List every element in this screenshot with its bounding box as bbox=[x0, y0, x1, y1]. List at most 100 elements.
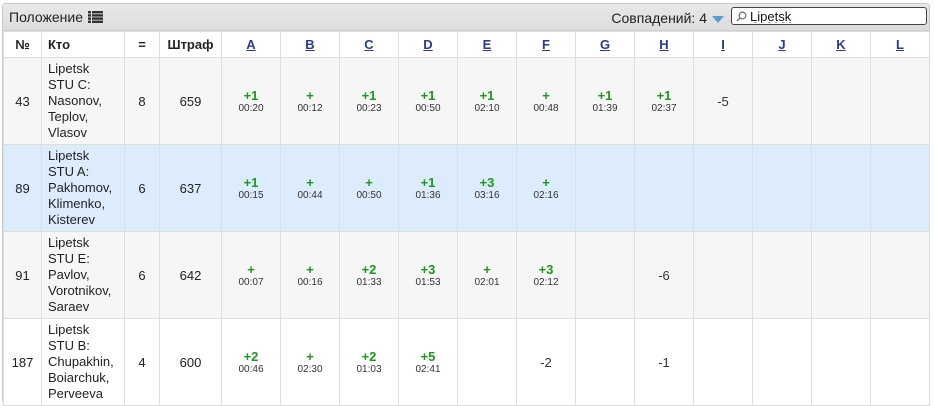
submission-time: 02:16 bbox=[533, 189, 559, 201]
accepted-result: + bbox=[542, 174, 550, 190]
team-name-line: STU C: bbox=[48, 77, 91, 92]
team-name-line: Lipetsk bbox=[48, 148, 90, 163]
table-row[interactable]: 91 Lipetsk STU E: Pavlov, Vorotnikov, Saraev 6… bbox=[3, 231, 930, 319]
problem-result-cell bbox=[870, 318, 930, 406]
accepted-result: +5 bbox=[420, 348, 436, 364]
accepted-result: +2 bbox=[361, 348, 377, 364]
team-name-line: Chupakhin, bbox=[48, 354, 114, 369]
problem-result-cell bbox=[693, 144, 753, 232]
problem-result-cell: -6 bbox=[634, 231, 694, 319]
col-problem-i[interactable]: I bbox=[693, 31, 753, 58]
accepted-result: +1 bbox=[597, 87, 613, 103]
col-penalty[interactable]: Штраф bbox=[159, 31, 222, 58]
col-problem-e[interactable]: E bbox=[457, 31, 517, 58]
submission-time: 02:01 bbox=[474, 276, 500, 288]
col-problem-c[interactable]: C bbox=[339, 31, 399, 58]
accepted-result: +1 bbox=[243, 174, 259, 190]
col-problem-k[interactable]: K bbox=[811, 31, 871, 58]
col-problem-g[interactable]: G bbox=[575, 31, 635, 58]
problem-link-f[interactable]: F bbox=[542, 37, 550, 52]
problem-link-d[interactable]: D bbox=[423, 37, 432, 52]
col-place[interactable]: № bbox=[3, 31, 42, 58]
team-cell: Lipetsk STU C: Nasonov, Teplov, Vlasov bbox=[41, 57, 125, 145]
problem-link-l[interactable]: L bbox=[896, 37, 904, 52]
problem-result-cell: +1 02:37 bbox=[634, 57, 694, 145]
problem-link-c[interactable]: C bbox=[364, 37, 373, 52]
submission-time: 01:33 bbox=[356, 276, 382, 288]
problem-result-cell: +00:44 bbox=[280, 144, 340, 232]
col-problem-h[interactable]: H bbox=[634, 31, 694, 58]
team-name-line: Vorotnikov, bbox=[48, 283, 112, 298]
standings-header: Положение Совпадений: 4 bbox=[3, 4, 929, 31]
submission-time: 00:50 bbox=[356, 189, 382, 201]
dropdown-arrow-icon[interactable] bbox=[712, 15, 724, 23]
penalty-cell: 659 bbox=[159, 57, 222, 145]
problem-link-a[interactable]: A bbox=[246, 37, 255, 52]
col-problem-a[interactable]: A bbox=[221, 31, 281, 58]
accepted-result: + bbox=[542, 87, 550, 103]
table-row[interactable]: 187 Lipetsk STU B: Chupakhin, Boiarchuk, Perv… bbox=[3, 318, 930, 406]
col-problem-f[interactable]: F bbox=[516, 31, 576, 58]
problem-result-cell: -5 bbox=[693, 57, 753, 145]
problem-result-cell: +3 02:12 bbox=[516, 231, 576, 319]
col-problem-l[interactable]: L bbox=[870, 31, 930, 58]
submission-time: 02:30 bbox=[297, 363, 323, 375]
submission-time: 00:44 bbox=[297, 189, 323, 201]
problem-result-cell bbox=[752, 318, 812, 406]
problem-result-cell bbox=[575, 231, 635, 319]
penalty-cell: 637 bbox=[159, 144, 222, 232]
problem-result-cell: +1 01:36 bbox=[398, 144, 458, 232]
solved-cell: 4 bbox=[124, 318, 160, 406]
submission-time: 01:03 bbox=[356, 363, 382, 375]
problem-link-b[interactable]: B bbox=[305, 37, 314, 52]
col-problem-d[interactable]: D bbox=[398, 31, 458, 58]
team-name-line: Vlasov bbox=[48, 125, 88, 140]
problem-link-k[interactable]: K bbox=[836, 37, 845, 52]
problem-result-cell: +3 01:53 bbox=[398, 231, 458, 319]
problem-result-cell bbox=[457, 318, 517, 406]
accepted-result: +1 bbox=[420, 87, 436, 103]
problem-link-i[interactable]: I bbox=[721, 37, 725, 52]
title-label: Положение bbox=[9, 9, 83, 25]
problem-result-cell: +1 02:10 bbox=[457, 57, 517, 145]
team-cell: Lipetsk STU A: Pakhomov, Klimenko, Kisterev bbox=[41, 144, 125, 232]
table-row[interactable]: 43 Lipetsk STU C: Nasonov, Teplov, Vlasov 8 659… bbox=[3, 57, 930, 145]
team-name-line: Perveeva bbox=[48, 386, 103, 401]
problem-link-g[interactable]: G bbox=[600, 37, 610, 52]
problem-result-cell: +1 00:20 bbox=[221, 57, 281, 145]
table-row[interactable]: 89 Lipetsk STU A: Pakhomov, Klimenko, Kistere… bbox=[3, 144, 930, 232]
problem-link-e[interactable]: E bbox=[483, 37, 492, 52]
problem-result-cell: +02:30 bbox=[280, 318, 340, 406]
matches-label: Совпадений: 4 bbox=[611, 10, 707, 26]
problem-result-cell bbox=[811, 318, 871, 406]
header-row: № Кто = Штраф A B C D E F G H I J K L bbox=[3, 31, 930, 58]
list-icon[interactable] bbox=[88, 11, 103, 23]
search-box[interactable] bbox=[731, 7, 927, 25]
matches-counter: Совпадений: 4 bbox=[611, 10, 724, 26]
col-problem-b[interactable]: B bbox=[280, 31, 340, 58]
team-cell: Lipetsk STU E: Pavlov, Vorotnikov, Saraev bbox=[41, 231, 125, 319]
problem-result-cell bbox=[811, 57, 871, 145]
problem-link-h[interactable]: H bbox=[659, 37, 668, 52]
problem-result-cell bbox=[811, 144, 871, 232]
problem-result-cell: +00:48 bbox=[516, 57, 576, 145]
accepted-result: + bbox=[306, 87, 314, 103]
col-solved[interactable]: = bbox=[124, 31, 160, 58]
submission-time: 02:41 bbox=[415, 363, 441, 375]
team-name-line: Pavlov, bbox=[48, 267, 90, 282]
penalty-cell: 642 bbox=[159, 231, 222, 319]
problem-result-cell bbox=[870, 57, 930, 145]
col-problem-j[interactable]: J bbox=[752, 31, 812, 58]
place-cell: 187 bbox=[3, 318, 42, 406]
rejected-result: -1 bbox=[658, 354, 670, 370]
search-input[interactable] bbox=[747, 9, 920, 23]
problem-result-cell: +3 03:16 bbox=[457, 144, 517, 232]
problem-result-cell bbox=[752, 231, 812, 319]
problem-link-j[interactable]: J bbox=[778, 37, 785, 52]
problem-result-cell: +00:07 bbox=[221, 231, 281, 319]
problem-result-cell bbox=[575, 318, 635, 406]
col-team[interactable]: Кто bbox=[41, 31, 125, 58]
submission-time: 00:23 bbox=[356, 102, 382, 114]
solved-cell: 8 bbox=[124, 57, 160, 145]
team-name-line: Boiarchuk, bbox=[48, 370, 110, 385]
